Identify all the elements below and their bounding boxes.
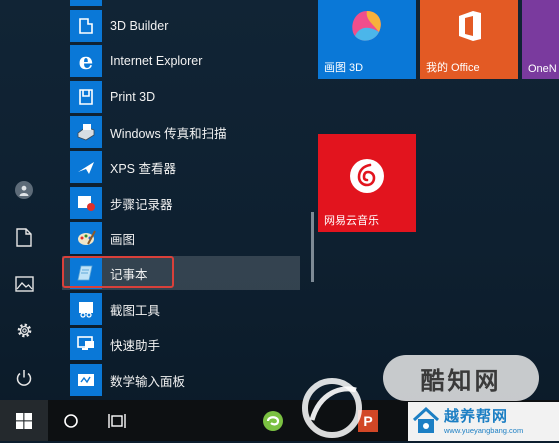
snipping-tool-icon [70, 293, 102, 325]
app-label: XPS 查看器 [110, 161, 176, 176]
app-item-snipping-tool[interactable]: 截图工具 [62, 292, 300, 326]
tile-my-office[interactable]: 我的 Office [420, 0, 518, 79]
tile-label: OneN [528, 63, 557, 75]
app-item-steps-recorder[interactable]: 步骤记录器 [62, 186, 300, 220]
app-list: 3D Builder e Internet Explorer Print 3D … [62, 0, 312, 400]
tile-label: 网易云音乐 [324, 215, 379, 227]
3d-builder-icon [70, 10, 102, 42]
app-item-internet-explorer[interactable]: e Internet Explorer [62, 44, 300, 78]
app-label: 3D Builder [110, 19, 169, 33]
netease-music-icon [350, 159, 384, 193]
document-icon [16, 227, 32, 247]
paint-3d-icon [352, 11, 381, 41]
app-label: 画图 [110, 232, 136, 247]
app-label: 数学输入面板 [110, 374, 186, 389]
watermark-site-1-text: 酷知网 [420, 366, 502, 395]
fax-scan-icon [70, 116, 102, 148]
app-label: Print 3D [110, 90, 156, 104]
app-label: Internet Explorer [110, 54, 203, 68]
app-item-paint[interactable]: 画图 [62, 221, 300, 255]
start-left-rail [0, 0, 48, 400]
documents-button[interactable] [6, 219, 42, 255]
app-label: 截图工具 [110, 303, 161, 318]
math-input-icon [70, 364, 102, 396]
watermark-site-2: 越养帮网 www.yueyangbang.com [408, 402, 559, 441]
power-button[interactable] [6, 360, 42, 396]
search-button[interactable] [50, 400, 92, 441]
app-item-xps-viewer[interactable]: XPS 查看器 [62, 150, 300, 184]
task-view-icon [108, 413, 126, 428]
office-icon [459, 11, 481, 41]
windows-logo-icon [16, 412, 32, 429]
gear-icon [17, 323, 31, 337]
tile-paint-3d[interactable]: 画图 3D [318, 0, 416, 79]
app-label: 快速助手 [110, 338, 161, 353]
start-button[interactable] [0, 400, 48, 441]
watermark-site-2-url: www.yueyangbang.com [444, 426, 524, 435]
pictures-icon [14, 276, 34, 292]
task-view-button[interactable] [96, 400, 138, 441]
watermark-site-2-text: 越养帮网 [444, 408, 509, 425]
app-item-windows-fax-scan[interactable]: Windows 传真和扫描 [62, 115, 300, 149]
user-avatar-icon [15, 181, 33, 199]
cortana-circle-icon [64, 413, 78, 428]
watermark-house-icon [412, 406, 440, 433]
app-list-scrollbar[interactable] [311, 212, 314, 282]
steps-recorder-icon [70, 187, 102, 219]
watermark-site-1: 酷知网 [383, 355, 539, 401]
app-item-math-input-panel[interactable]: 数学输入面板 [62, 363, 300, 397]
quick-assist-icon [70, 328, 102, 360]
browser-icon [263, 410, 283, 431]
watermark-logo [298, 372, 370, 438]
xps-viewer-icon [70, 151, 102, 183]
paint-icon [70, 222, 102, 254]
internet-explorer-icon: e [70, 45, 102, 77]
taskbar-app-browser[interactable] [255, 400, 291, 441]
user-account-button[interactable] [6, 172, 42, 208]
app-item-3d-builder[interactable]: 3D Builder [62, 9, 300, 43]
app-label: 步骤记录器 [110, 197, 173, 212]
highlight-box [62, 256, 174, 288]
section-header-block [70, 0, 102, 6]
power-icon [16, 370, 32, 386]
tile-label: 画图 3D [324, 62, 364, 74]
tile-label: 我的 Office [426, 62, 480, 74]
app-label: Windows 传真和扫描 [110, 126, 227, 141]
print-3d-icon [70, 81, 102, 113]
tile-onenote[interactable]: OneN [522, 0, 559, 79]
settings-button[interactable] [6, 312, 42, 348]
pictures-button[interactable] [6, 266, 42, 302]
app-item-quick-assist[interactable]: 快速助手 [62, 327, 300, 361]
app-item-print-3d[interactable]: Print 3D [62, 80, 300, 114]
tile-netease-music[interactable]: 网易云音乐 [318, 134, 416, 232]
